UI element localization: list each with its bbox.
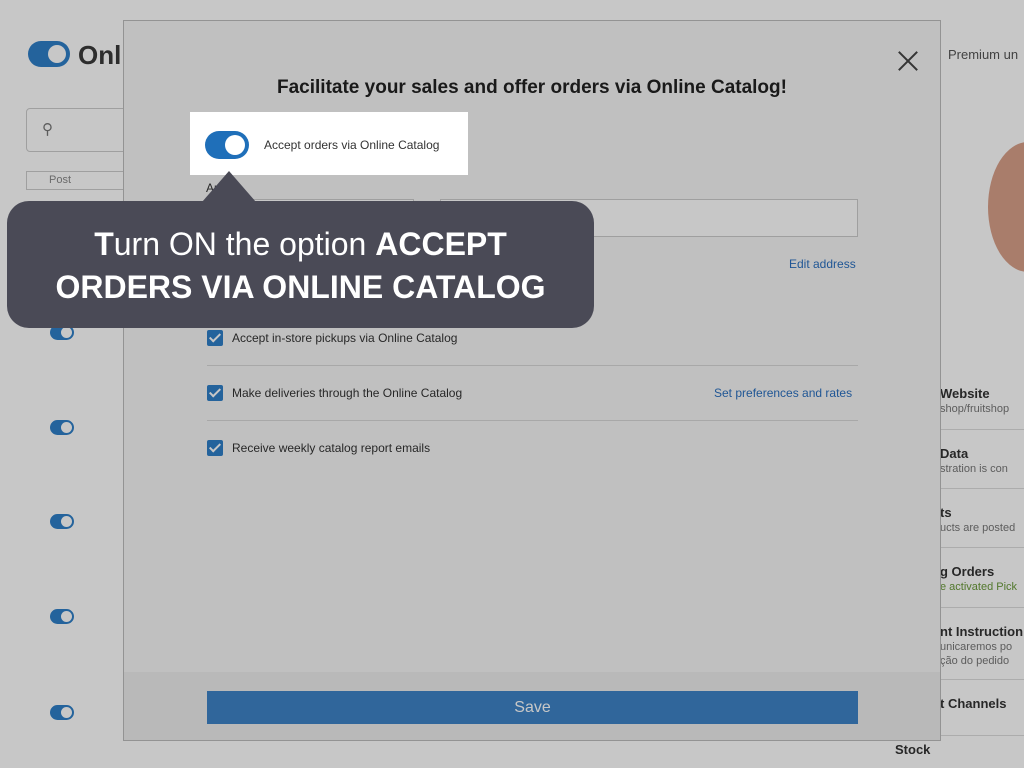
- accept-orders-toggle[interactable]: [205, 131, 249, 159]
- callout-bold-line2: ORDERS VIA ONLINE CATALOG: [55, 269, 546, 305]
- toggle-knob: [225, 135, 245, 155]
- callout-middle: urn ON the option: [113, 226, 376, 262]
- callout-pointer: [202, 171, 256, 202]
- callout-text: Turn ON the option ACCEPT ORDERS VIA ONLI…: [7, 223, 594, 309]
- edit-address-link[interactable]: Edit address: [789, 257, 856, 271]
- report-emails-checkbox[interactable]: [207, 440, 223, 456]
- delivery-option-label: Make deliveries through the Online Catal…: [232, 386, 463, 400]
- report-emails-option-label: Receive weekly catalog report emails: [232, 441, 431, 455]
- modal-title: Facilitate your sales and offer orders v…: [277, 77, 787, 98]
- divider: [207, 420, 858, 421]
- set-preferences-link[interactable]: Set preferences and rates: [714, 386, 852, 400]
- accept-orders-label: Accept orders via Online Catalog: [264, 138, 440, 152]
- divider: [207, 365, 858, 366]
- save-button[interactable]: Save: [207, 691, 858, 724]
- delivery-checkbox[interactable]: [207, 385, 223, 401]
- close-icon[interactable]: [897, 50, 919, 72]
- pickup-checkbox[interactable]: [207, 330, 223, 346]
- callout-bold-line1: ACCEPT: [375, 226, 507, 262]
- callout-initial: T: [94, 226, 114, 262]
- pickup-option-label: Accept in-store pickups via Online Catal…: [232, 331, 458, 345]
